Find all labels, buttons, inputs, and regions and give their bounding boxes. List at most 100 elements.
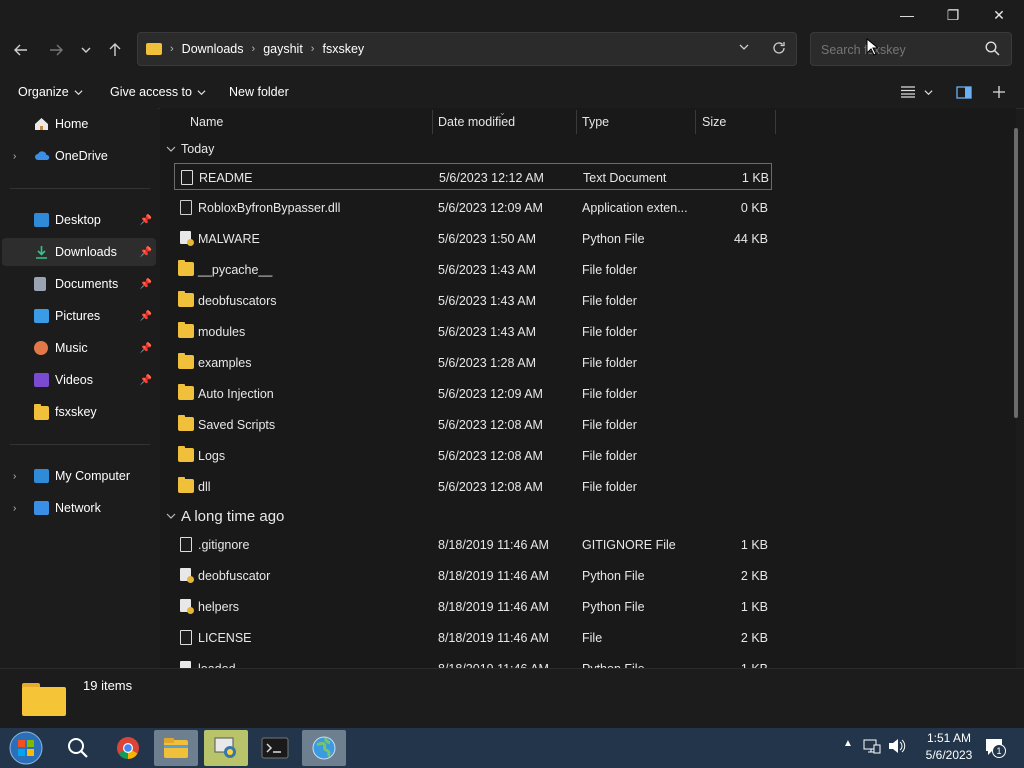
file-row[interactable]: modules 5/6/2023 1:43 AM File folder: [174, 318, 772, 345]
file-row[interactable]: README 5/6/2023 12:12 AM Text Document 1 KB: [174, 163, 772, 190]
status-bar: 19 items: [0, 668, 1024, 729]
pin-icon: 📌: [139, 246, 152, 258]
breadcrumb-downloads[interactable]: Downloads: [182, 42, 244, 56]
nav-item-documents[interactable]: Documents 📌: [2, 270, 156, 298]
nav-item-desktop[interactable]: Desktop 📌: [2, 206, 156, 234]
address-history-button[interactable]: [738, 41, 750, 56]
chevron-right-icon: ›: [251, 43, 256, 55]
chevron-right-icon[interactable]: ›: [13, 503, 16, 514]
nav-item-network[interactable]: › Network: [2, 494, 156, 522]
column-divider[interactable]: [775, 110, 776, 134]
column-header-type[interactable]: Type: [582, 108, 609, 136]
close-button[interactable]: ✕: [976, 0, 1022, 30]
minimize-button[interactable]: —: [884, 0, 930, 30]
show-hidden-icons-button[interactable]: ▲: [843, 738, 853, 749]
cloud-icon: [34, 149, 50, 163]
back-button[interactable]: [7, 36, 35, 64]
file-row[interactable]: examples 5/6/2023 1:28 AM File folder: [174, 349, 772, 376]
file-row[interactable]: .gitignore 8/18/2019 11:46 AM GITIGNORE Fi…: [174, 531, 772, 558]
restore-button[interactable]: ❐: [930, 0, 976, 30]
breadcrumb-gayshit[interactable]: gayshit: [263, 42, 303, 56]
chevron-right-icon[interactable]: ›: [13, 151, 16, 162]
nav-item-home[interactable]: Home: [2, 110, 156, 138]
folder-icon: [178, 291, 194, 307]
file-row[interactable]: LICENSE 8/18/2019 11:46 AM File 2 KB: [174, 624, 772, 651]
taskbar-terminal[interactable]: [253, 730, 297, 766]
file-row[interactable]: loaded 8/18/2019 11:46 AM Python File1 KB: [174, 655, 772, 668]
chevron-right-icon: ›: [310, 43, 315, 55]
file-row[interactable]: deobfuscator 8/18/2019 11:46 AM Python Fil…: [174, 562, 772, 589]
column-divider[interactable]: [432, 110, 433, 134]
taskbar-chrome[interactable]: [106, 730, 150, 766]
file-row[interactable]: Logs 5/6/2023 12:08 AM File folder: [174, 442, 772, 469]
nav-item-my-computer[interactable]: › My Computer: [2, 462, 156, 490]
file-row[interactable]: deobfuscators 5/6/2023 1:43 AM File folder: [174, 287, 772, 314]
file-size: [694, 318, 768, 345]
new-folder-button[interactable]: New folder: [229, 76, 289, 108]
file-size: 1 KB: [741, 170, 769, 185]
search-icon[interactable]: [985, 41, 1000, 59]
taskbar-search-button[interactable]: [56, 730, 100, 766]
pin-icon: 📌: [139, 310, 152, 322]
taskbar-browser-globe[interactable]: [302, 730, 346, 766]
file-row[interactable]: Auto Injection 5/6/2023 12:09 AM File fold…: [174, 380, 772, 407]
file-row[interactable]: __pycache__ 5/6/2023 1:43 AM File folder: [174, 256, 772, 283]
organize-menu[interactable]: Organize: [18, 76, 83, 108]
volume-icon[interactable]: [888, 738, 906, 757]
folder-icon: [178, 322, 194, 338]
file-row[interactable]: dll 5/6/2023 12:08 AM File folder: [174, 473, 772, 500]
taskbar-python-app[interactable]: [204, 730, 248, 766]
file-name: .gitignore: [198, 537, 250, 552]
folder-icon: [178, 477, 194, 493]
notification-center-button[interactable]: 1: [984, 737, 1006, 760]
system-clock[interactable]: 1:51 AM 5/6/2023: [914, 730, 984, 766]
file-name: README: [199, 170, 253, 185]
nav-item-pictures[interactable]: Pictures 📌: [2, 302, 156, 330]
group-header-long-ago[interactable]: A long time ago: [166, 506, 284, 526]
file-date: 5/6/2023 12:12 AM: [439, 170, 544, 185]
computer-icon: [34, 469, 49, 483]
nav-item-fsxskey[interactable]: fsxskey: [2, 398, 156, 426]
vertical-scrollbar[interactable]: [1014, 128, 1018, 418]
address-bar[interactable]: › Downloads › gayshit › fsxskey: [137, 32, 797, 66]
nav-item-music[interactable]: Music 📌: [2, 334, 156, 362]
folder-icon: [178, 260, 194, 276]
start-button[interactable]: [4, 730, 48, 766]
group-header-today[interactable]: Today: [166, 141, 214, 157]
refresh-button[interactable]: [772, 41, 786, 58]
column-divider[interactable]: [576, 110, 577, 134]
up-button[interactable]: [101, 36, 129, 64]
network-icon[interactable]: [863, 738, 881, 757]
search-input[interactable]: [819, 40, 983, 60]
file-row[interactable]: MALWARE 5/6/2023 1:50 AM Python File 44 KB: [174, 225, 772, 252]
nav-item-videos[interactable]: Videos 📌: [2, 366, 156, 394]
preview-pane-button[interactable]: [956, 76, 972, 108]
column-header-name[interactable]: Name: [190, 108, 223, 136]
forward-button[interactable]: [42, 36, 70, 64]
new-tab-button[interactable]: [992, 76, 1006, 108]
file-size: [694, 349, 768, 376]
document-icon: [34, 277, 46, 291]
nav-item-onedrive[interactable]: › OneDrive: [2, 142, 156, 170]
view-options-button[interactable]: [900, 76, 933, 108]
file-row[interactable]: helpers 8/18/2019 11:46 AM Python File 1 KB: [174, 593, 772, 620]
column-divider[interactable]: [695, 110, 696, 134]
search-box: [810, 32, 1012, 66]
file-row[interactable]: RobloxByfronBypasser.dll 5/6/2023 12:09 A…: [174, 194, 772, 221]
nav-item-downloads[interactable]: Downloads 📌: [2, 238, 156, 266]
file-date: 8/18/2019 11:46 AM: [438, 537, 549, 552]
videos-icon: [34, 373, 49, 387]
arrow-right-icon: [50, 44, 63, 56]
file-name: loaded: [198, 655, 236, 669]
file-name: MALWARE: [198, 231, 260, 246]
file-row[interactable]: Saved Scripts 5/6/2023 12:08 AM File folde…: [174, 411, 772, 438]
file-type: File folder: [582, 448, 637, 463]
recent-locations-button[interactable]: [72, 36, 100, 64]
chevron-down-icon: [739, 44, 749, 50]
chevron-right-icon[interactable]: ›: [13, 471, 16, 482]
folder-icon: [22, 683, 66, 716]
taskbar-file-explorer[interactable]: [154, 730, 198, 766]
column-header-size[interactable]: Size: [702, 108, 726, 136]
give-access-menu[interactable]: Give access to: [110, 76, 206, 108]
breadcrumb-fsxskey[interactable]: fsxskey: [322, 42, 364, 56]
